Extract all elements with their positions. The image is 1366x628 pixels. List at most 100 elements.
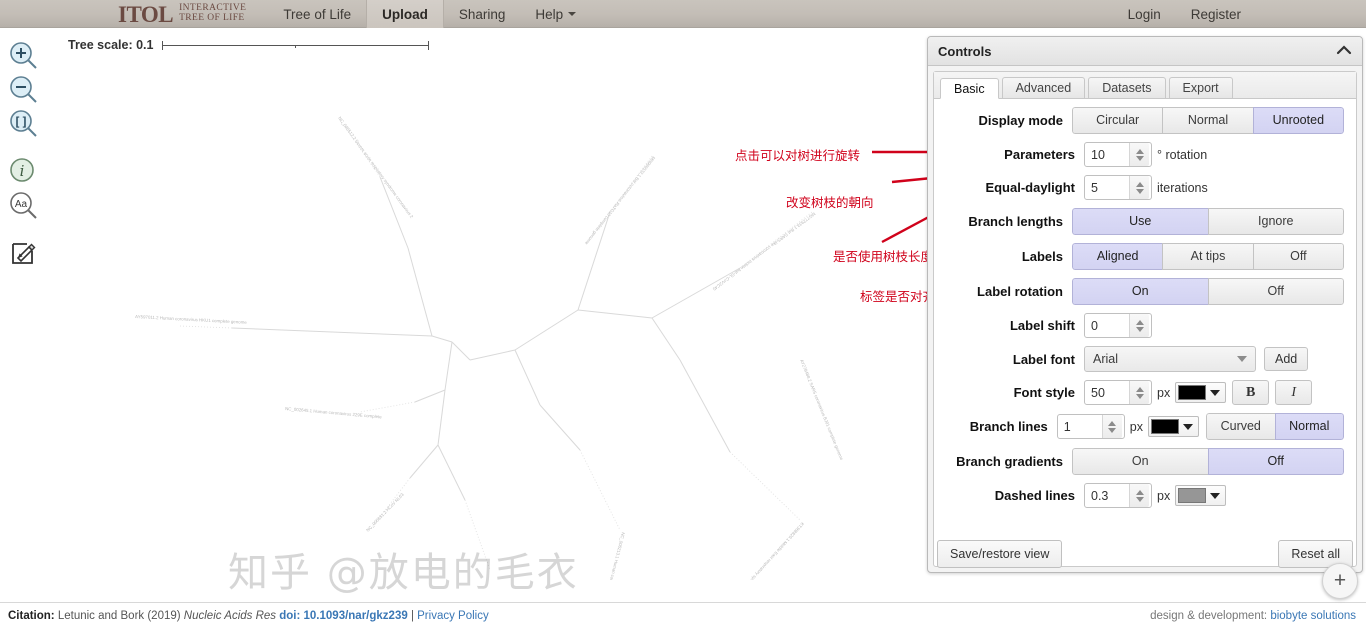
tab-basic[interactable]: Basic — [940, 78, 999, 99]
stepper-up-icon[interactable] — [1135, 386, 1144, 392]
toolbar-divider — [8, 142, 40, 156]
equal-daylight-spinner[interactable] — [1084, 175, 1152, 200]
labels-off[interactable]: Off — [1252, 243, 1344, 270]
stepper-up-icon[interactable] — [1135, 148, 1144, 154]
nav-item-login[interactable]: Login — [1113, 0, 1176, 28]
svg-text:KT368829.1 Middle East respira: KT368829.1 Middle East respiratory syndr… — [724, 521, 805, 580]
dashed-lines-stepper[interactable] — [1129, 484, 1149, 507]
display-mode-normal[interactable]: Normal — [1162, 107, 1254, 134]
dashed-color-picker[interactable] — [1175, 485, 1227, 506]
credits-block: design & development: biobyte solutions — [1150, 610, 1356, 622]
branch-gradients-on[interactable]: On — [1072, 448, 1209, 475]
stepper-down-icon[interactable] — [1135, 155, 1144, 161]
citation-doi-link[interactable]: doi: 10.1093/nar/gkz239 — [279, 610, 407, 622]
stepper-up-icon[interactable] — [1108, 420, 1117, 426]
italic-button[interactable]: I — [1275, 380, 1313, 405]
svg-text:NC_002645.1 Human coronavirus: NC_002645.1 Human coronavirus 229E compl… — [285, 406, 383, 419]
label-rotation-on[interactable]: On — [1072, 278, 1209, 305]
svg-text:Aa: Aa — [15, 199, 28, 210]
zoom-in-icon[interactable] — [8, 40, 40, 72]
label-shift-spinner[interactable] — [1084, 313, 1152, 338]
font-size-stepper[interactable] — [1129, 381, 1149, 404]
font-size-spinner[interactable] — [1084, 380, 1152, 405]
add-font-button[interactable]: Add — [1264, 347, 1309, 371]
branch-lines-stepper[interactable] — [1101, 415, 1122, 438]
row-branch-lines: Branch lines px Curved N — [942, 413, 1344, 440]
stepper-down-icon[interactable] — [1135, 496, 1144, 502]
branch-gradients-off[interactable]: Off — [1207, 448, 1344, 475]
design-prefix: design & development: — [1150, 609, 1268, 622]
nav-item-tree-of-life[interactable]: Tree of Life — [268, 0, 366, 28]
chevron-up-icon[interactable] — [1336, 44, 1352, 59]
citation-prefix: Citation: — [8, 609, 55, 622]
label-rotation-off[interactable]: Off — [1207, 278, 1344, 305]
info-icon[interactable]: i — [8, 156, 40, 188]
nav-item-upload[interactable]: Upload — [366, 0, 444, 28]
itol-page: ITOL INTERACTIVE TREE OF LIFE Tree of Li… — [0, 0, 1366, 628]
branch-lines-input[interactable] — [1057, 415, 1102, 438]
stepper-down-icon[interactable] — [1135, 393, 1144, 399]
nav-item-help[interactable]: Help — [520, 0, 591, 28]
label-shift-input[interactable] — [1085, 314, 1129, 337]
dashed-lines-spinner[interactable] — [1084, 483, 1152, 508]
phylogenetic-tree-canvas[interactable]: NC_045512.2 Severe acute respiratory syn… — [40, 60, 920, 628]
parameters-spinner[interactable] — [1084, 142, 1152, 167]
labels-aligned[interactable]: Aligned — [1072, 243, 1164, 270]
branch-color-picker[interactable] — [1148, 416, 1199, 437]
dashed-lines-input[interactable] — [1085, 484, 1129, 507]
label-font-select[interactable]: Arial — [1084, 346, 1256, 372]
zoom-out-icon[interactable] — [8, 74, 40, 106]
label-shift-stepper[interactable] — [1129, 314, 1149, 337]
branch-lines-spinner[interactable] — [1056, 414, 1125, 439]
controls-tabs: Basic Advanced Datasets Export — [934, 72, 1356, 99]
zoom-fit-icon[interactable]: [] — [8, 108, 40, 140]
equal-daylight-stepper[interactable] — [1129, 176, 1149, 199]
add-floating-button[interactable]: + — [1322, 563, 1358, 599]
equal-daylight-unit: iterations — [1157, 180, 1208, 195]
footer-separator: | — [410, 609, 414, 622]
tab-export[interactable]: Export — [1168, 77, 1233, 98]
annotation-label-align: 标签是否对齐 — [860, 289, 936, 304]
biobyte-link[interactable]: biobyte solutions — [1270, 610, 1356, 622]
branch-lengths-use[interactable]: Use — [1072, 208, 1209, 235]
nav-item-register-label: Register — [1190, 6, 1241, 22]
branch-lengths-ignore[interactable]: Ignore — [1207, 208, 1344, 235]
nav-item-upload-label: Upload — [382, 6, 428, 22]
font-color-picker[interactable] — [1175, 382, 1227, 403]
display-mode-circular[interactable]: Circular — [1072, 107, 1164, 134]
save-restore-view-button[interactable]: Save/restore view — [937, 540, 1063, 568]
parameters-stepper[interactable] — [1129, 143, 1149, 166]
controls-panel-header[interactable]: Controls — [928, 37, 1362, 66]
equal-daylight-input[interactable] — [1085, 176, 1129, 199]
parameters-input[interactable] — [1085, 143, 1129, 166]
label-rotation-group: On Off — [1072, 278, 1344, 305]
tab-datasets[interactable]: Datasets — [1088, 77, 1166, 98]
font-size-input[interactable] — [1085, 381, 1129, 404]
itol-logo[interactable]: ITOL INTERACTIVE TREE OF LIFE — [118, 0, 246, 28]
nav-item-register[interactable]: Register — [1176, 0, 1256, 28]
branch-lengths-label: Branch lengths — [968, 214, 1063, 229]
branch-style-normal[interactable]: Normal — [1274, 413, 1344, 440]
labels-at-tips[interactable]: At tips — [1162, 243, 1254, 270]
parameters-label: Parameters — [1004, 147, 1075, 162]
stepper-up-icon[interactable] — [1135, 181, 1144, 187]
stepper-down-icon[interactable] — [1135, 188, 1144, 194]
nav-item-sharing[interactable]: Sharing — [444, 0, 521, 28]
chevron-down-icon — [1210, 492, 1221, 499]
stepper-down-icon[interactable] — [1108, 427, 1117, 433]
account-menu: Login Register — [1113, 0, 1256, 27]
privacy-policy-link[interactable]: Privacy Policy — [417, 610, 489, 622]
bold-button[interactable]: B — [1232, 380, 1270, 405]
unrooted-tree-svg: NC_045512.2 Severe acute respiratory syn… — [135, 116, 845, 628]
branch-lines-label: Branch lines — [969, 419, 1048, 434]
stepper-up-icon[interactable] — [1135, 319, 1144, 325]
stepper-up-icon[interactable] — [1135, 489, 1144, 495]
edit-icon[interactable] — [8, 238, 40, 270]
font-color-chip — [1178, 385, 1207, 400]
branch-style-curved[interactable]: Curved — [1206, 413, 1276, 440]
display-mode-unrooted[interactable]: Unrooted — [1252, 107, 1344, 134]
find-text-icon[interactable]: Aa — [8, 190, 40, 222]
basic-settings-rows: Display mode Circular Normal Unrooted Pa… — [934, 99, 1356, 508]
stepper-down-icon[interactable] — [1135, 326, 1144, 332]
tab-advanced[interactable]: Advanced — [1001, 77, 1086, 98]
